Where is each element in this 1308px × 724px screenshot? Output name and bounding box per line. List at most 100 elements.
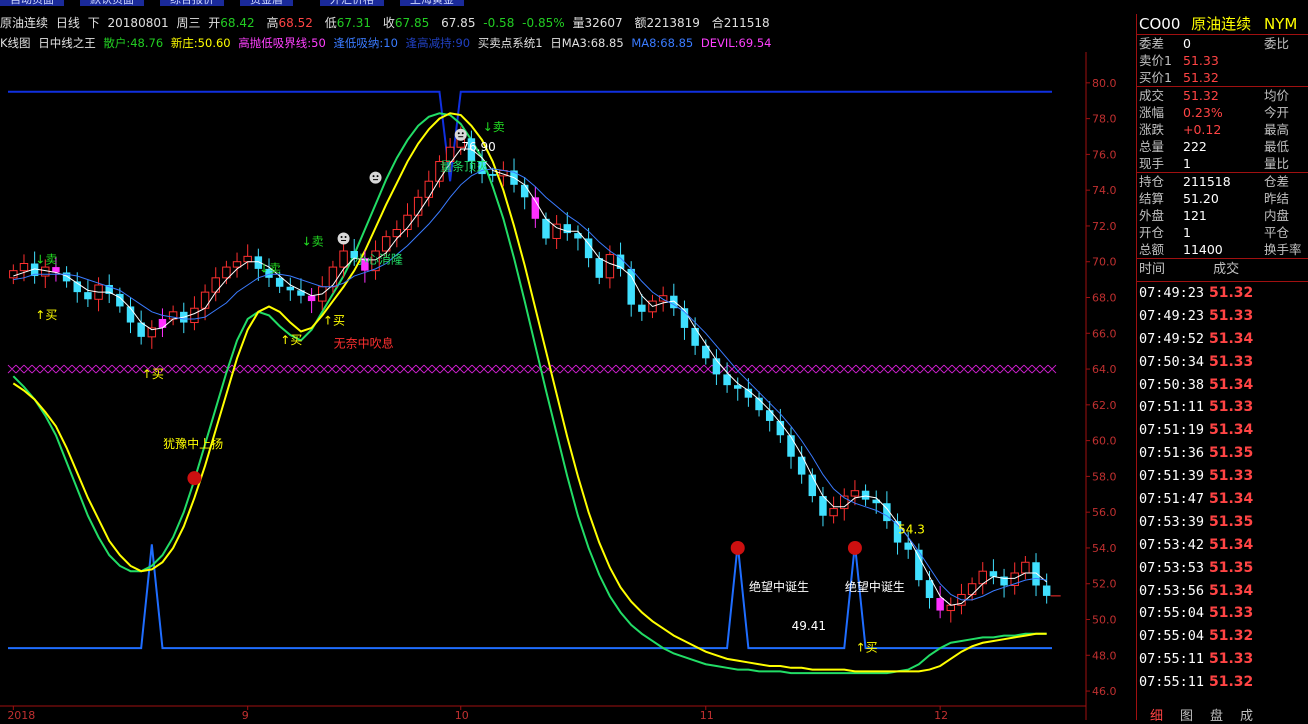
tick-row[interactable]: 07:53:53 51.35 <box>1137 557 1308 580</box>
chart-annotation: ↓卖 <box>259 261 281 275</box>
tick-row[interactable]: 07:51:36 51.35 <box>1137 442 1308 465</box>
ticks-price-header: 成交 <box>1213 262 1240 277</box>
quote-label: 委差 <box>1139 36 1165 51</box>
tick-time: 07:53:56 <box>1139 582 1205 599</box>
tick-row[interactable]: 07:53:39 51.35 <box>1137 511 1308 534</box>
candle-body <box>1021 561 1030 574</box>
price-tick-label: 54.0 <box>1092 542 1117 555</box>
tick-row[interactable]: 07:51:47 51.34 <box>1137 488 1308 511</box>
candle-body <box>19 263 29 272</box>
tick-row[interactable]: 07:51:39 51.33 <box>1137 465 1308 488</box>
smiley-face <box>369 171 382 184</box>
smiley-eye <box>457 132 460 135</box>
chart-annotation: 54.3 <box>898 523 925 537</box>
candle-body <box>1032 562 1040 586</box>
candle-body <box>638 304 646 312</box>
candle <box>670 283 678 316</box>
tick-price: 51.35 <box>1209 513 1254 530</box>
price-tick-label: 66.0 <box>1092 327 1117 340</box>
top-tab[interactable]: 默认页面 <box>80 0 144 6</box>
candle-body <box>915 549 923 581</box>
ma8-value: MA8:68.85 <box>631 36 694 50</box>
topbottom-value: 高抛低吸界线:50 <box>238 36 326 50</box>
tick-row[interactable]: 07:55:11 51.32 <box>1137 671 1308 694</box>
tick-price: 51.34 <box>1209 330 1254 347</box>
quote-value: 0.23% <box>1183 105 1223 120</box>
quote-label: 结算 <box>1139 191 1165 206</box>
candle-body <box>222 266 231 279</box>
top-tab[interactable]: 综合报价 <box>160 0 224 6</box>
quote-row: 委差 0 委比 <box>1137 35 1308 52</box>
top-tab[interactable]: 自动页面 <box>0 0 64 6</box>
tick-row[interactable]: 07:49:23 51.33 <box>1137 305 1308 328</box>
quote-right-label: 量比 <box>1264 156 1290 171</box>
ma-blue-line <box>13 168 1047 601</box>
quote-label: 涨跌 <box>1139 122 1165 137</box>
bottom-tab[interactable]: 盘 <box>1210 705 1223 724</box>
chart-annotation: 小心消隆 <box>355 252 403 267</box>
candle-body <box>936 598 944 611</box>
tick-row[interactable]: 07:53:42 51.34 <box>1137 534 1308 557</box>
tick-row[interactable]: 07:50:38 51.34 <box>1137 374 1308 397</box>
kline-label[interactable]: K线图 <box>0 36 31 50</box>
high-field: 高68.52 <box>266 16 313 30</box>
tick-price: 51.35 <box>1209 559 1254 576</box>
quote-row: 卖价1 51.33 <box>1137 52 1308 69</box>
tick-row[interactable]: 07:50:34 51.33 <box>1137 351 1308 374</box>
chart-annotation: ↓卖 <box>302 235 324 249</box>
top-tab[interactable]: 资金盾 <box>240 0 293 6</box>
price-tick-label: 80.0 <box>1092 77 1117 90</box>
candle-body <box>275 277 284 287</box>
tick-row[interactable]: 07:55:11 51.33 <box>1137 648 1308 671</box>
top-tab[interactable]: 外汇价格 <box>320 0 384 6</box>
bottom-tab[interactable]: 成 <box>1240 705 1253 724</box>
bottom-tab[interactable]: 图 <box>1180 705 1193 724</box>
quote-label: 现手 <box>1139 156 1165 171</box>
candle <box>243 244 252 270</box>
tick-row[interactable]: 07:49:52 51.34 <box>1137 328 1308 351</box>
candle <box>105 274 113 304</box>
candle <box>978 562 987 595</box>
tick-row[interactable]: 07:51:11 51.33 <box>1137 396 1308 419</box>
tick-price: 51.34 <box>1209 422 1254 439</box>
tick-time: 07:50:34 <box>1139 353 1205 370</box>
tick-price: 51.34 <box>1209 582 1254 599</box>
price-tick-label: 74.0 <box>1092 184 1117 197</box>
candle-body <box>542 218 550 239</box>
tick-row[interactable]: 07:51:19 51.34 <box>1137 419 1308 442</box>
amount-field: 额2213819 <box>634 16 700 30</box>
smiley-eye <box>340 235 343 238</box>
quote-value: 121 <box>1183 208 1207 223</box>
tick-row[interactable]: 07:55:04 51.33 <box>1137 602 1308 625</box>
tick-price: 51.33 <box>1209 468 1254 485</box>
tick-row[interactable]: 07:55:04 51.32 <box>1137 625 1308 648</box>
quote-right-label: 今开 <box>1264 105 1290 120</box>
quote-row: 现手 1 量比 <box>1137 155 1308 172</box>
indicator-name[interactable]: 日中线之王 <box>38 36 96 50</box>
top-tab[interactable]: 上海黄金 <box>400 0 464 6</box>
smiley-eye <box>372 175 375 178</box>
last-value: 67.85 <box>441 16 476 30</box>
candle-body <box>190 307 199 324</box>
price-tick-label: 68.0 <box>1092 292 1117 305</box>
tick-row[interactable]: 07:53:56 51.34 <box>1137 580 1308 603</box>
lowbuy-value: 逢低吸纳:10 <box>333 36 398 50</box>
candle <box>318 276 327 311</box>
tick-list[interactable]: 07:49:23 51.32 07:49:23 51.33 07:49:52 51.34 0… <box>1137 282 1308 694</box>
candle <box>595 251 603 285</box>
bottom-tab-bar: 细图盘成 <box>1136 704 1308 724</box>
candle <box>797 446 806 484</box>
tick-price: 51.34 <box>1209 536 1254 553</box>
bsys-label[interactable]: 买卖点系统1 <box>478 36 543 50</box>
bottom-tab[interactable]: 细 <box>1150 705 1163 724</box>
candle-body <box>9 270 18 279</box>
kline-chart[interactable]: 46.0 48.0 50.0 52.0 54.0 56.0 58.0 60.0 62.0 64.0… <box>0 52 1136 720</box>
quote-info-bar: 原油连续 日线 下 20180801 周三 开68.42 高68.52 低67.… <box>0 14 1136 32</box>
candle <box>808 468 817 503</box>
instrument-code: CO00 <box>1139 15 1181 33</box>
ticks-time-header: 时间 <box>1139 262 1166 277</box>
candle-body <box>1042 585 1051 596</box>
quote-right-label: 均价 <box>1264 88 1290 103</box>
period-label[interactable]: 日线 <box>56 16 80 30</box>
tick-row[interactable]: 07:49:23 51.32 <box>1137 282 1308 305</box>
